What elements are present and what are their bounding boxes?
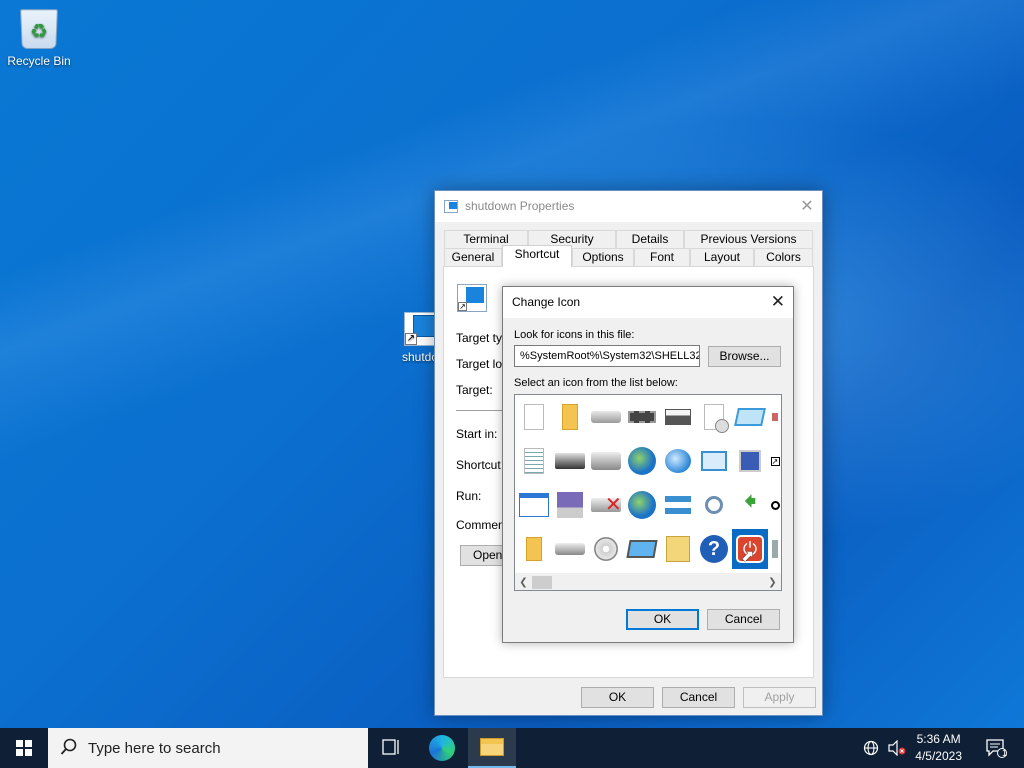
start-button[interactable] (0, 728, 48, 768)
floppy-icon[interactable] (552, 485, 588, 525)
target-label: Target: (456, 383, 493, 397)
edge-button[interactable] (418, 728, 466, 768)
desktop-settings-icon[interactable] (696, 441, 732, 481)
dialog-title: Change Icon (512, 295, 581, 309)
close-icon[interactable]: ✕ (792, 191, 822, 222)
printer-icon[interactable] (660, 397, 696, 437)
search-icon (60, 738, 77, 755)
window-icon[interactable] (516, 485, 552, 525)
task-view-button[interactable] (368, 728, 416, 768)
folder-icon[interactable] (552, 397, 588, 437)
ok-button[interactable]: OK (581, 687, 654, 708)
cd-drive-icon[interactable] (588, 529, 624, 569)
memory-chip-icon[interactable] (624, 397, 660, 437)
tab-font[interactable]: Font (634, 248, 690, 266)
icon-list-scrollbar[interactable]: ❮ ❯ (515, 573, 781, 590)
scroll-thumb[interactable] (532, 576, 552, 589)
network-tray-button[interactable] (858, 728, 884, 768)
green-arrow-icon[interactable]: 🠸 (732, 485, 768, 525)
network-globe-icon[interactable] (660, 441, 696, 481)
apply-button[interactable]: Apply (743, 687, 816, 708)
browse-button[interactable]: Browse... (708, 346, 781, 367)
edge-icon (429, 735, 455, 761)
scroll-left-icon[interactable]: ❮ (515, 574, 532, 590)
tab-layout[interactable]: Layout (690, 248, 754, 266)
folder-closed-icon[interactable] (516, 529, 552, 569)
shortcut-arrow-icon[interactable]: ↗ (768, 441, 781, 481)
notification-count: 1 (1002, 748, 1008, 758)
windows-logo-icon (16, 740, 32, 756)
change-icon-dialog: Change Icon ✕ Look for icons in this fil… (502, 286, 794, 643)
tab-previous-versions[interactable]: Previous Versions (684, 230, 813, 248)
recycle-bin-icon (20, 9, 58, 49)
target-location-label: Target loc (456, 357, 509, 371)
volume-muted-icon (888, 740, 906, 756)
task-view-icon (382, 739, 399, 755)
network-icon[interactable] (660, 485, 696, 525)
network-drive-icon[interactable] (552, 441, 588, 481)
dialog-titlebar[interactable]: Change Icon ✕ (503, 287, 793, 318)
window-title: shutdown Properties (465, 199, 575, 213)
taskbar: Type here to search 5:36 AM 4/5/2023 1 (0, 728, 1024, 768)
action-center-button[interactable]: 1 (976, 728, 1016, 768)
close-icon[interactable]: ✕ (771, 292, 785, 312)
shortcut-large-icon: ↗ (457, 284, 487, 312)
desktop-icon-label: shutdo (402, 350, 439, 364)
clock-date: 4/5/2023 (915, 749, 962, 763)
tab-general[interactable]: General (444, 248, 502, 266)
cancel-button[interactable]: Cancel (662, 687, 735, 708)
icon-file-path-input[interactable]: %SystemRoot%\System32\SHELL32.dll (514, 345, 700, 367)
file-explorer-button[interactable] (468, 728, 516, 768)
drive-icon[interactable] (588, 397, 624, 437)
tab-details[interactable]: Details (616, 230, 684, 248)
desktop-icon-label: Recycle Bin (7, 54, 71, 68)
shortcut-icon: ↗ (404, 312, 438, 346)
blank-document-icon[interactable] (516, 397, 552, 437)
partial-icon-2[interactable] (768, 529, 781, 569)
tab-colors[interactable]: Colors (754, 248, 813, 266)
laptop-icon[interactable] (624, 529, 660, 569)
clock-time: 5:36 AM (916, 732, 961, 746)
run-label: Run: (456, 489, 482, 503)
ok-button[interactable]: OK (626, 609, 699, 630)
taskbar-clock[interactable]: 5:36 AM 4/5/2023 (915, 731, 962, 765)
properties-titlebar[interactable]: shutdown Properties ✕ (435, 191, 822, 222)
start-in-label: Start in: (456, 427, 498, 441)
mouse-cursor-icon: ⬈ (741, 548, 755, 565)
select-icon-label: Select an icon from the list below: (514, 377, 678, 389)
folder-icon (480, 738, 504, 756)
disconnected-drive-icon[interactable]: ✕ (588, 485, 624, 525)
help-icon[interactable]: ? (696, 529, 732, 569)
tab-shortcut[interactable]: Shortcut (502, 245, 572, 267)
shortcut-title-icon (444, 200, 458, 213)
server-icon[interactable] (588, 441, 624, 481)
search-icon[interactable] (696, 485, 732, 525)
clock-document-icon[interactable] (696, 397, 732, 437)
desktop-icon-shutdown[interactable]: ↗ shutdo (396, 312, 439, 364)
keypad-folder-icon[interactable] (660, 529, 696, 569)
globe-icon (863, 740, 879, 756)
target-type-label: Target typ (456, 331, 509, 345)
mouse-globe-icon[interactable] (624, 485, 660, 525)
card-icon[interactable] (732, 397, 768, 437)
partial-icon[interactable] (768, 397, 781, 437)
taskbar-search-box[interactable]: Type here to search (48, 728, 368, 768)
tab-options[interactable]: Options (572, 248, 634, 266)
drive-hd-icon[interactable] (552, 529, 588, 569)
globe-icon[interactable] (624, 441, 660, 481)
app-window-icon[interactable] (732, 441, 768, 481)
clock-small-icon[interactable] (768, 485, 781, 525)
cancel-button[interactable]: Cancel (707, 609, 780, 630)
desktop-icon-recycle-bin[interactable]: Recycle Bin (1, 9, 77, 68)
divider (456, 410, 504, 411)
volume-tray-button[interactable] (884, 728, 910, 768)
scroll-right-icon[interactable]: ❯ (764, 574, 781, 590)
text-document-icon[interactable] (516, 441, 552, 481)
search-placeholder: Type here to search (88, 740, 221, 757)
look-for-label: Look for icons in this file: (514, 329, 635, 341)
